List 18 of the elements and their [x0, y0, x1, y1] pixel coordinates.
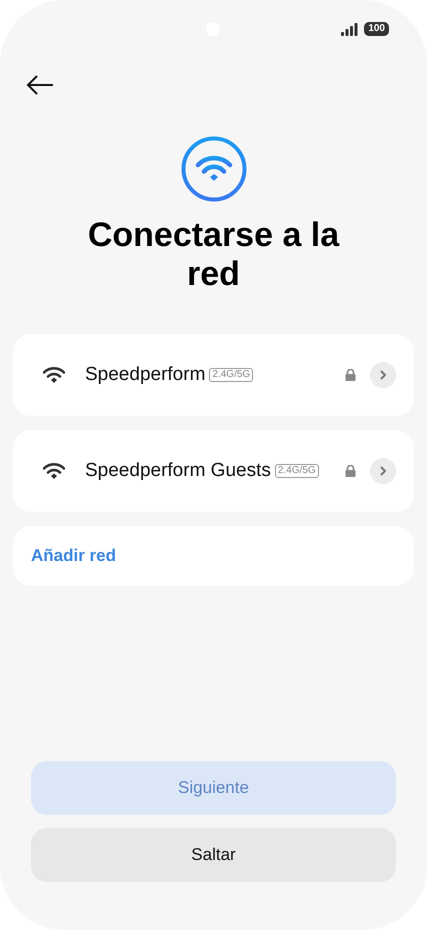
details-button[interactable]	[370, 362, 396, 388]
wifi-icon	[43, 366, 65, 384]
battery-level: 100	[364, 22, 389, 36]
chevron-icon	[379, 369, 387, 381]
band-tag: 2.4G/5G	[274, 464, 319, 478]
skip-button[interactable]: Saltar	[31, 828, 396, 882]
signal-icon	[341, 22, 360, 36]
network-item[interactable]: Speedperform 2.4G/5G	[13, 334, 414, 416]
band-tag: 2.4G/5G	[209, 368, 254, 382]
add-network-link[interactable]: Añadir red	[31, 546, 116, 566]
wifi-icon	[43, 462, 65, 480]
details-button[interactable]	[370, 458, 396, 484]
network-name: Speedperform	[85, 364, 206, 386]
network-item[interactable]: Speedperform Guests 2.4G/5G	[13, 430, 414, 512]
network-name: Speedperform Guests	[85, 460, 271, 482]
chevron-icon	[379, 465, 387, 477]
wifi-icon	[180, 136, 246, 202]
page-title: Conectarse a la red	[86, 216, 340, 294]
